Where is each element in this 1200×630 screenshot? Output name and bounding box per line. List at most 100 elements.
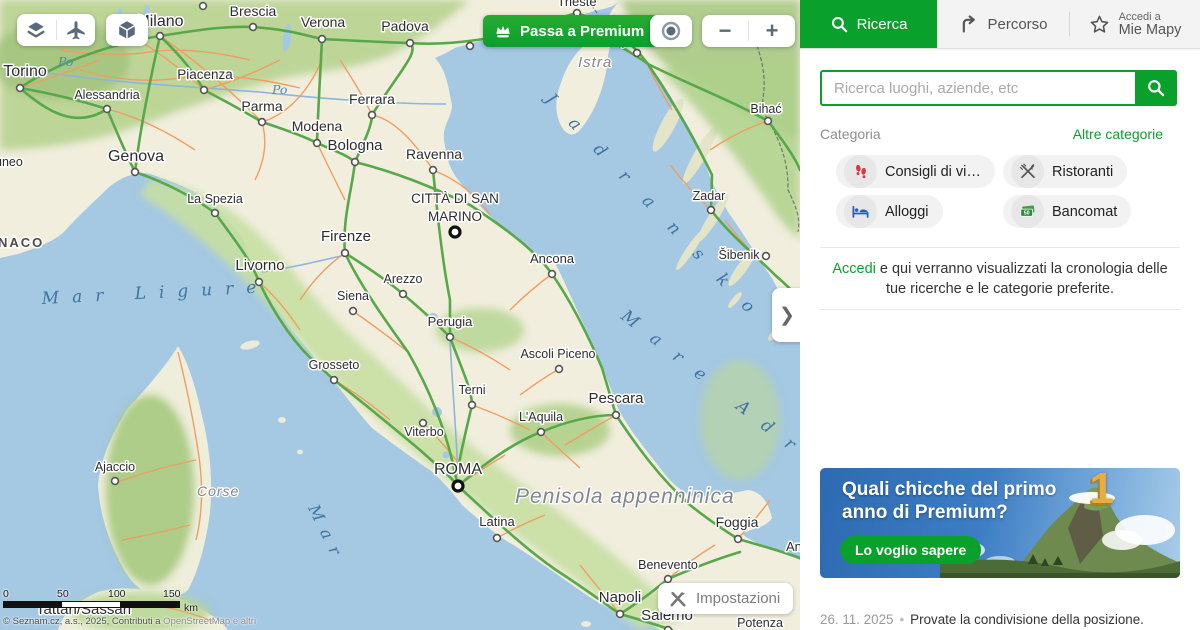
city-dot[interactable] (763, 253, 770, 260)
city-dot[interactable] (469, 402, 476, 409)
city-dot[interactable] (259, 119, 266, 126)
map-city-label[interactable]: La Spezia (187, 192, 243, 206)
map-city-label[interactable]: Latina (479, 514, 515, 529)
map-city-label[interactable]: Andria (786, 539, 800, 554)
city-dot[interactable] (104, 106, 111, 113)
category-chip-travel-tips[interactable]: Consigli di vi… (836, 155, 995, 188)
city-dot[interactable] (407, 40, 414, 47)
city-dot[interactable] (132, 169, 139, 176)
city-dot[interactable] (350, 308, 357, 315)
city-dot[interactable] (319, 36, 326, 43)
map-city-label[interactable]: Siena (337, 289, 369, 303)
map-city-label[interactable]: Pescara (588, 390, 644, 407)
map-city-label[interactable]: Ascoli Piceno (520, 347, 595, 361)
map-city-label[interactable]: Terni (458, 383, 485, 397)
city-dot[interactable] (549, 271, 556, 278)
flight-view-button[interactable] (56, 14, 95, 46)
city-dot[interactable] (250, 24, 257, 31)
city-dot[interactable] (352, 159, 359, 166)
map-canvas[interactable]: TriesteMilanoBresciaVeronaPadovaRijekaTo… (0, 0, 800, 630)
zoom-out-button[interactable]: − (702, 15, 748, 47)
city-dot[interactable] (212, 210, 219, 217)
banner-cta-button[interactable]: Lo voglio sapere (840, 536, 981, 564)
map-city-label[interactable]: Foggia (716, 514, 759, 530)
map-city-label[interactable]: Piacenza (177, 67, 233, 82)
tab-route[interactable]: Percorso (937, 0, 1069, 48)
map-city-label[interactable]: Benevento (638, 558, 698, 572)
map-city-label[interactable]: Alessandria (74, 88, 139, 102)
city-dot[interactable] (450, 227, 460, 237)
city-dot[interactable] (200, 3, 207, 10)
map-city-label[interactable]: Firenze (321, 228, 371, 245)
city-dot[interactable] (331, 377, 338, 384)
map-city-label[interactable]: Šibenik (719, 247, 761, 262)
map-city-label[interactable]: Torino (3, 63, 47, 80)
news-item[interactable]: 26. 11. 2025•Provate la condivisione del… (820, 612, 1184, 630)
category-chip-atm[interactable]: 50 Bancomat (1003, 195, 1131, 228)
city-dot[interactable] (201, 87, 208, 94)
map-city-label[interactable]: Verona (301, 14, 346, 30)
panel-collapse-button[interactable]: ❯ (772, 288, 800, 342)
map-city-label[interactable]: Ajaccio (95, 460, 135, 474)
map-city-label[interactable]: Grosseto (309, 358, 360, 372)
locate-me-button[interactable] (650, 15, 692, 47)
city-dot[interactable] (369, 112, 376, 119)
map-city-label[interactable]: Livorno (235, 257, 284, 274)
map-city-label[interactable]: ROMA (434, 461, 482, 478)
map-city-label[interactable]: Perugia (428, 314, 474, 329)
city-dot[interactable] (430, 167, 437, 174)
map-city-label[interactable]: Arezzo (384, 272, 423, 286)
map-city-label[interactable]: Viterbo (404, 425, 443, 439)
city-dot[interactable] (556, 366, 563, 373)
city-dot[interactable] (617, 611, 624, 618)
map-city-label[interactable]: Brescia (230, 3, 277, 19)
map-city-label[interactable]: Padova (381, 18, 429, 34)
city-dot[interactable] (467, 43, 474, 50)
category-chip-accommodation[interactable]: Alloggi (836, 195, 943, 228)
city-dot[interactable] (634, 50, 641, 57)
city-dot[interactable] (453, 481, 463, 491)
layers-button[interactable] (17, 14, 56, 46)
city-dot[interactable] (447, 334, 454, 341)
map-city-label[interactable]: Zadar (693, 189, 726, 203)
city-dot[interactable] (708, 207, 715, 214)
login-link[interactable]: Accedi (832, 261, 876, 277)
map-city-label[interactable]: Ferrara (349, 91, 395, 107)
map-city-label[interactable]: Modena (292, 118, 343, 134)
map-city-label[interactable]: Trieste (557, 0, 596, 9)
city-dot[interactable] (314, 140, 321, 147)
map-city-label[interactable]: Potenza (737, 616, 783, 630)
tab-account[interactable]: Accedi a Mie Mapy (1070, 0, 1200, 48)
map-city-label[interactable]: Napoli (599, 589, 642, 606)
city-dot[interactable] (765, 118, 772, 125)
category-chip-restaurants[interactable]: Ristoranti (1003, 155, 1127, 188)
search-submit-button[interactable] (1135, 70, 1177, 106)
city-dot[interactable] (494, 535, 501, 542)
map-city-label[interactable]: Parma (241, 98, 282, 114)
city-dot[interactable] (112, 478, 119, 485)
map-city-label[interactable]: Genova (108, 148, 164, 165)
city-dot[interactable] (665, 627, 672, 630)
more-categories-link[interactable]: Altre categorie (1073, 126, 1163, 142)
map-city-label[interactable]: L'Aquila (519, 410, 563, 424)
tab-search[interactable]: Ricerca (800, 0, 937, 48)
search-input[interactable] (820, 70, 1135, 106)
city-dot[interactable] (613, 412, 620, 419)
zoom-in-button[interactable]: + (749, 15, 795, 47)
city-dot[interactable] (400, 291, 407, 298)
city-dot[interactable] (342, 250, 349, 257)
premium-button[interactable]: Passa a Premium (483, 15, 658, 47)
city-dot[interactable] (735, 536, 742, 543)
city-dot[interactable] (538, 429, 545, 436)
city-dot[interactable] (157, 33, 164, 40)
map-city-label[interactable]: Ancona (530, 251, 575, 266)
map-city-label[interactable]: Bihać (750, 102, 781, 116)
view-3d-button[interactable] (106, 14, 148, 46)
map-city-label[interactable]: Cuneo (0, 155, 23, 169)
city-dot[interactable] (665, 576, 672, 583)
map-city-label[interactable]: Ravenna (406, 146, 462, 162)
map-city-label[interactable]: Bologna (327, 137, 383, 154)
premium-banner[interactable]: 1 Quali chicche del primo anno di Premiu… (820, 468, 1180, 578)
attribution-osm[interactable]: OpenStreetMap e altri (163, 616, 256, 627)
map-settings-button[interactable]: Impostazioni (658, 583, 793, 614)
